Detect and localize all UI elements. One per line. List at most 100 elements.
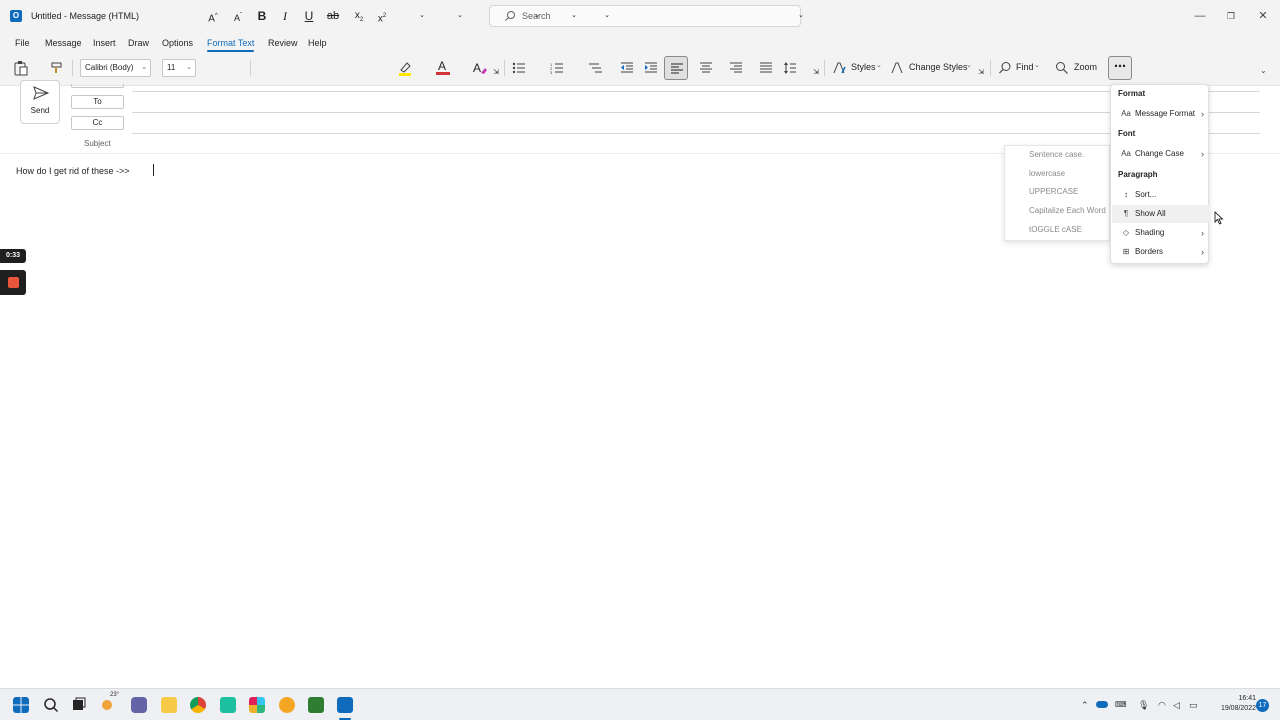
- font-dialog-launcher-icon[interactable]: ⇲: [492, 68, 500, 78]
- menu-item-shading[interactable]: ◇ Shading ›: [1112, 224, 1209, 242]
- volume-icon[interactable]: ◁: [1173, 700, 1180, 711]
- microphone-icon[interactable]: 🎙: [1138, 700, 1149, 711]
- font-name-select[interactable]: Calibri (Body) ⌄: [80, 59, 151, 77]
- numbering-icon[interactable]: 123: [550, 61, 564, 75]
- font-color-dropdown-icon[interactable]: ⌄: [456, 6, 464, 26]
- message-body-text[interactable]: How do I get rid of these ->>: [16, 166, 130, 176]
- tab-insert[interactable]: Insert: [93, 38, 116, 48]
- recording-timer: 0:33: [0, 249, 26, 263]
- notification-badge[interactable]: 17: [1256, 699, 1269, 712]
- onedrive-icon[interactable]: [1096, 701, 1108, 708]
- minimize-button[interactable]: —: [1191, 8, 1209, 24]
- file-explorer-icon[interactable]: [161, 697, 177, 713]
- borders-icon: ⊞: [1122, 247, 1130, 256]
- battery-icon[interactable]: ▭: [1189, 700, 1198, 711]
- restore-button[interactable]: ❐: [1222, 8, 1240, 24]
- paragraph-dialog-launcher-icon[interactable]: ⇲: [812, 68, 820, 78]
- outlook-taskbar-icon[interactable]: [337, 697, 353, 713]
- menu-item-label: Message Format: [1135, 109, 1196, 118]
- line-spacing-dropdown-icon[interactable]: ⌄: [797, 6, 805, 26]
- paste-icon[interactable]: [13, 60, 29, 76]
- find-button[interactable]: Find ⌄: [998, 60, 1044, 76]
- highlight-icon[interactable]: [397, 60, 413, 76]
- grow-font-icon[interactable]: A^: [204, 6, 222, 26]
- more-commands-button[interactable]: ⋯: [1108, 56, 1132, 80]
- outlook-icon: O: [10, 10, 22, 22]
- menu-item-sort[interactable]: ↕ Sort...: [1112, 186, 1209, 204]
- mouse-cursor-icon: [1214, 211, 1224, 225]
- calculator-icon[interactable]: [308, 697, 324, 713]
- multilevel-dropdown-icon[interactable]: ⌄: [603, 6, 611, 26]
- align-right-icon[interactable]: [729, 61, 743, 75]
- justify-icon[interactable]: [759, 61, 773, 75]
- font-size-select[interactable]: 11 ⌄: [162, 59, 196, 77]
- superscript-icon[interactable]: x2: [373, 6, 391, 26]
- menu-item-message-format[interactable]: Aa Message Format ›: [1112, 105, 1209, 123]
- chevron-right-icon: ›: [1201, 109, 1204, 119]
- cc-field[interactable]: [132, 133, 1260, 134]
- italic-icon[interactable]: I: [276, 6, 294, 26]
- tab-format-text[interactable]: Format Text: [207, 38, 255, 52]
- menu-item-change-case[interactable]: Aa Change Case ›: [1112, 145, 1209, 163]
- system-clock[interactable]: 16:41 19/08/2022: [1206, 694, 1256, 714]
- keyboard-icon[interactable]: ⌨: [1115, 700, 1127, 709]
- align-center-icon[interactable]: [699, 61, 713, 75]
- highlight-dropdown-icon[interactable]: ⌄: [418, 6, 426, 26]
- from-button[interactable]: [71, 84, 124, 88]
- styles-button[interactable]: Styles ⌄: [832, 60, 884, 76]
- wifi-icon[interactable]: ◠: [1158, 700, 1166, 711]
- menu-item-show-all[interactable]: ¶ Show All: [1112, 205, 1209, 223]
- tab-options[interactable]: Options: [162, 38, 193, 48]
- ribbon-collapse-icon[interactable]: ⌄: [1260, 66, 1267, 75]
- submenu-item-lowercase[interactable]: lowercase: [1029, 169, 1065, 178]
- slack-icon[interactable]: [249, 697, 265, 713]
- tab-help[interactable]: Help: [308, 38, 327, 48]
- shrink-font-icon[interactable]: Aˇ: [229, 6, 247, 26]
- paste-dropdown-icon[interactable]: ⌄: [33, 6, 41, 26]
- to-field[interactable]: [132, 112, 1260, 113]
- bold-icon[interactable]: B: [253, 6, 271, 26]
- format-painter-icon[interactable]: [50, 61, 64, 75]
- tab-review[interactable]: Review: [268, 38, 298, 48]
- bullets-dropdown-icon[interactable]: ⌄: [533, 6, 541, 26]
- send-button[interactable]: Send: [20, 80, 60, 124]
- to-button[interactable]: To: [71, 95, 124, 109]
- align-left-button[interactable]: [664, 56, 688, 80]
- submenu-item-capitalize[interactable]: Capitalize Each Word: [1029, 206, 1106, 215]
- svg-text:A: A: [473, 61, 481, 75]
- tray-overflow-icon[interactable]: ⌃: [1081, 700, 1089, 711]
- subscript-icon[interactable]: x2: [350, 6, 368, 26]
- line-spacing-icon[interactable]: [783, 61, 797, 75]
- mail-app-icon[interactable]: [279, 697, 295, 713]
- styles-dialog-launcher-icon[interactable]: ⇲: [977, 68, 985, 78]
- tab-file[interactable]: File: [15, 38, 30, 48]
- zoom-button[interactable]: Zoom: [1055, 60, 1099, 76]
- teams-chat-icon[interactable]: [131, 697, 147, 713]
- menu-item-borders[interactable]: ⊞ Borders ›: [1112, 243, 1209, 261]
- submenu-item-sentence-case[interactable]: Sentence case.: [1029, 150, 1084, 159]
- cc-button[interactable]: Cc: [71, 116, 124, 130]
- change-styles-icon: [891, 62, 903, 74]
- change-styles-button[interactable]: Change Styles ⌄: [890, 60, 974, 76]
- strikethrough-icon[interactable]: ab: [324, 6, 342, 26]
- bullets-icon[interactable]: [512, 61, 526, 75]
- decrease-indent-icon[interactable]: [620, 61, 634, 75]
- windows-start-icon[interactable]: [13, 697, 29, 713]
- chrome-icon[interactable]: [190, 697, 206, 713]
- stop-recording-button[interactable]: [0, 270, 26, 295]
- tab-draw[interactable]: Draw: [128, 38, 149, 48]
- submenu-item-uppercase[interactable]: UPPERCASE: [1029, 187, 1078, 196]
- tab-message[interactable]: Message: [45, 38, 82, 48]
- numbering-dropdown-icon[interactable]: ⌄: [570, 6, 578, 26]
- taskbar-search-icon[interactable]: [43, 697, 59, 713]
- close-button[interactable]: ✕: [1254, 8, 1272, 24]
- increase-indent-icon[interactable]: [644, 61, 658, 75]
- underline-icon[interactable]: U: [300, 6, 318, 26]
- submenu-item-toggle-case[interactable]: tOGGLE cASE: [1029, 225, 1082, 234]
- multilevel-list-icon[interactable]: [587, 61, 603, 75]
- weather-icon[interactable]: [102, 700, 112, 710]
- task-view-icon[interactable]: [71, 697, 87, 713]
- font-color-icon[interactable]: A: [435, 59, 451, 76]
- app-c-icon[interactable]: [220, 697, 236, 713]
- clear-formatting-icon[interactable]: A: [472, 60, 488, 76]
